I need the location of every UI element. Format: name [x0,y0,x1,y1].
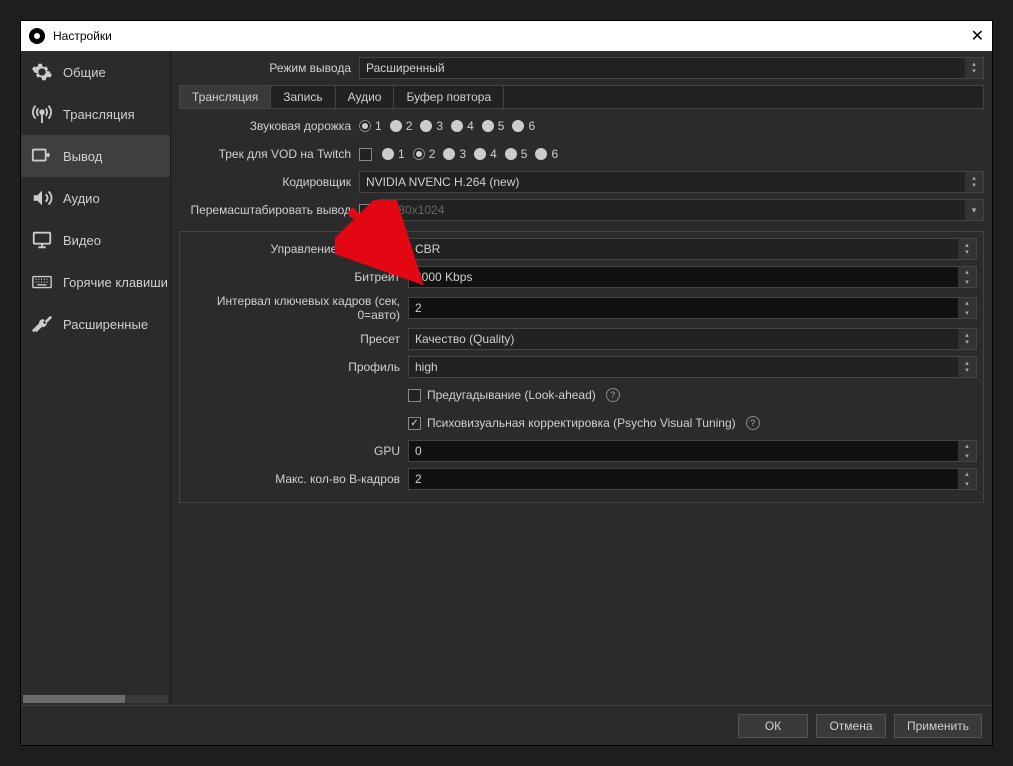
chevron-updown-icon [958,239,976,259]
window-title: Настройки [53,29,944,43]
help-icon[interactable]: ? [746,416,760,430]
sidebar-item-video[interactable]: Видео [21,219,170,261]
keyboard-icon [31,271,53,293]
profile-label: Профиль [180,360,408,374]
audio-track-radios: 1 2 3 4 5 6 [359,119,535,133]
encoder-settings-panel: Управление битрейтом CBR Битрейт 6000 Kb… [179,231,984,503]
profile-select[interactable]: high [408,356,977,378]
lookahead-label: Предугадывание (Look-ahead) [427,388,596,402]
audio-track-2[interactable]: 2 [390,119,413,133]
psycho-checkbox[interactable] [408,417,421,430]
tab-audio[interactable]: Аудио [336,86,395,108]
vod-track-1[interactable]: 1 [382,147,405,161]
cancel-button[interactable]: Отмена [816,714,886,738]
sidebar-item-label: Расширенные [63,317,148,332]
vod-track-4[interactable]: 4 [474,147,497,161]
preset-select[interactable]: Качество (Quality) [408,328,977,350]
chevron-updown-icon [958,329,976,349]
tools-icon [31,313,53,335]
chevron-updown-icon [965,172,983,192]
rescale-select[interactable]: 1280x1024 [378,199,984,221]
titlebar: Настройки ✕ [21,21,992,51]
sidebar: Общие Трансляция Вывод Аудио Видео Горяч… [21,51,171,705]
sidebar-item-label: Трансляция [63,107,135,122]
sidebar-item-stream[interactable]: Трансляция [21,93,170,135]
preset-label: Пресет [180,332,408,346]
audio-track-label: Звуковая дорожка [179,119,359,133]
vod-track-radios: 1 2 3 4 5 6 [382,147,558,161]
bitrate-label: Битрейт [180,270,408,284]
speaker-icon [31,187,53,209]
sidebar-item-label: Горячие клавиши [63,275,168,290]
tab-streaming[interactable]: Трансляция [180,86,271,108]
rescale-checkbox[interactable] [359,204,372,217]
rate-control-label: Управление битрейтом [180,242,408,256]
chevron-updown-icon [965,58,983,78]
sidebar-scrollbar[interactable] [23,695,168,703]
sidebar-item-advanced[interactable]: Расширенные [21,303,170,345]
encoder-label: Кодировщик [179,175,359,189]
sidebar-item-general[interactable]: Общие [21,51,170,93]
obs-icon [29,28,45,44]
chevron-updown-icon [958,357,976,377]
sidebar-item-output[interactable]: Вывод [21,135,170,177]
vod-track-3[interactable]: 3 [443,147,466,161]
rescale-label: Перемасштабировать вывод [179,203,359,217]
vod-track-6[interactable]: 6 [535,147,558,161]
bitrate-input[interactable]: 6000 Kbps ▴▾ [408,266,977,288]
chevron-down-icon [965,200,983,220]
output-tabs: Трансляция Запись Аудио Буфер повтора [179,85,984,109]
keyframe-label: Интервал ключевых кадров (сек, 0=авто) [180,294,408,322]
gpu-label: GPU [180,444,408,458]
output-mode-select[interactable]: Расширенный [359,57,984,79]
encoder-select[interactable]: NVIDIA NVENC H.264 (new) [359,171,984,193]
tab-replay-buffer[interactable]: Буфер повтора [394,86,504,108]
psycho-label: Психовизуальная корректировка (Psycho Vi… [427,416,736,430]
sidebar-item-label: Аудио [63,191,100,206]
sidebar-item-label: Вывод [63,149,102,164]
content-panel: Режим вывода Расширенный Трансляция Запи… [171,51,992,705]
audio-track-3[interactable]: 3 [420,119,443,133]
close-button[interactable]: ✕ [944,26,984,46]
audio-track-1[interactable]: 1 [359,119,382,133]
rate-control-select[interactable]: CBR [408,238,977,260]
tab-recording[interactable]: Запись [271,86,335,108]
help-icon[interactable]: ? [606,388,620,402]
vod-track-5[interactable]: 5 [505,147,528,161]
dialog-footer: ОК Отмена Применить [21,705,992,745]
vod-track-enable-checkbox[interactable] [359,148,372,161]
output-icon [31,145,53,167]
sidebar-item-hotkeys[interactable]: Горячие клавиши [21,261,170,303]
output-mode-label: Режим вывода [179,61,359,75]
sidebar-item-audio[interactable]: Аудио [21,177,170,219]
monitor-icon [31,229,53,251]
vod-track-label: Трек для VOD на Twitch [179,147,359,161]
ok-button[interactable]: ОК [738,714,808,738]
audio-track-6[interactable]: 6 [512,119,535,133]
gear-icon [31,61,53,83]
bframes-input[interactable]: 2 ▴▾ [408,468,977,490]
audio-track-5[interactable]: 5 [482,119,505,133]
gpu-input[interactable]: 0 ▴▾ [408,440,977,462]
apply-button[interactable]: Применить [894,714,982,738]
audio-track-4[interactable]: 4 [451,119,474,133]
sidebar-item-label: Общие [63,65,106,80]
bframes-label: Макс. кол-во B-кадров [180,472,408,486]
antenna-icon [31,103,53,125]
sidebar-item-label: Видео [63,233,101,248]
keyframe-input[interactable]: 2 ▴▾ [408,297,977,319]
vod-track-2[interactable]: 2 [413,147,436,161]
lookahead-checkbox[interactable] [408,389,421,402]
settings-window: Настройки ✕ Общие Трансляция Вывод Аудио [20,20,993,746]
